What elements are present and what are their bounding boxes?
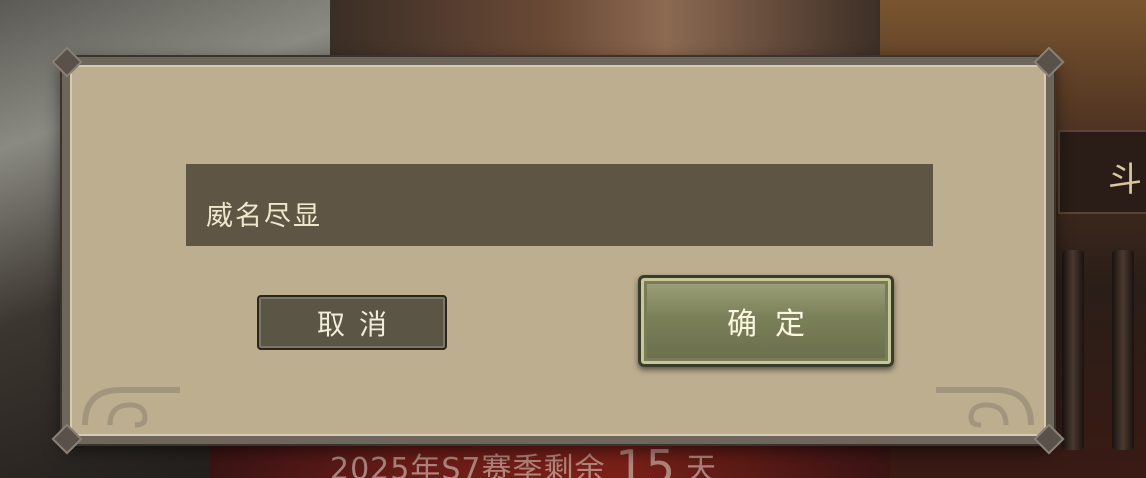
background-pillar [1112,250,1134,450]
side-tab-label: 斗 [1108,160,1142,200]
scroll-ornament-icon [82,387,180,428]
side-tab[interactable]: 斗 [1058,130,1146,214]
background-pillar [1062,250,1084,450]
title-confirm-dialog: 威名尽显 取消 确定 [51,46,1065,455]
title-name-field[interactable]: 威名尽显 [186,164,933,246]
season-days: 15 [615,440,677,478]
cancel-button[interactable]: 取消 [257,295,447,350]
scroll-ornament-icon [936,387,1034,428]
season-prefix: 2025年S7赛季剩余 [330,452,606,478]
title-name-value: 威名尽显 [206,201,322,232]
season-unit: 天 [686,452,718,478]
confirm-button[interactable]: 确定 [638,275,894,367]
